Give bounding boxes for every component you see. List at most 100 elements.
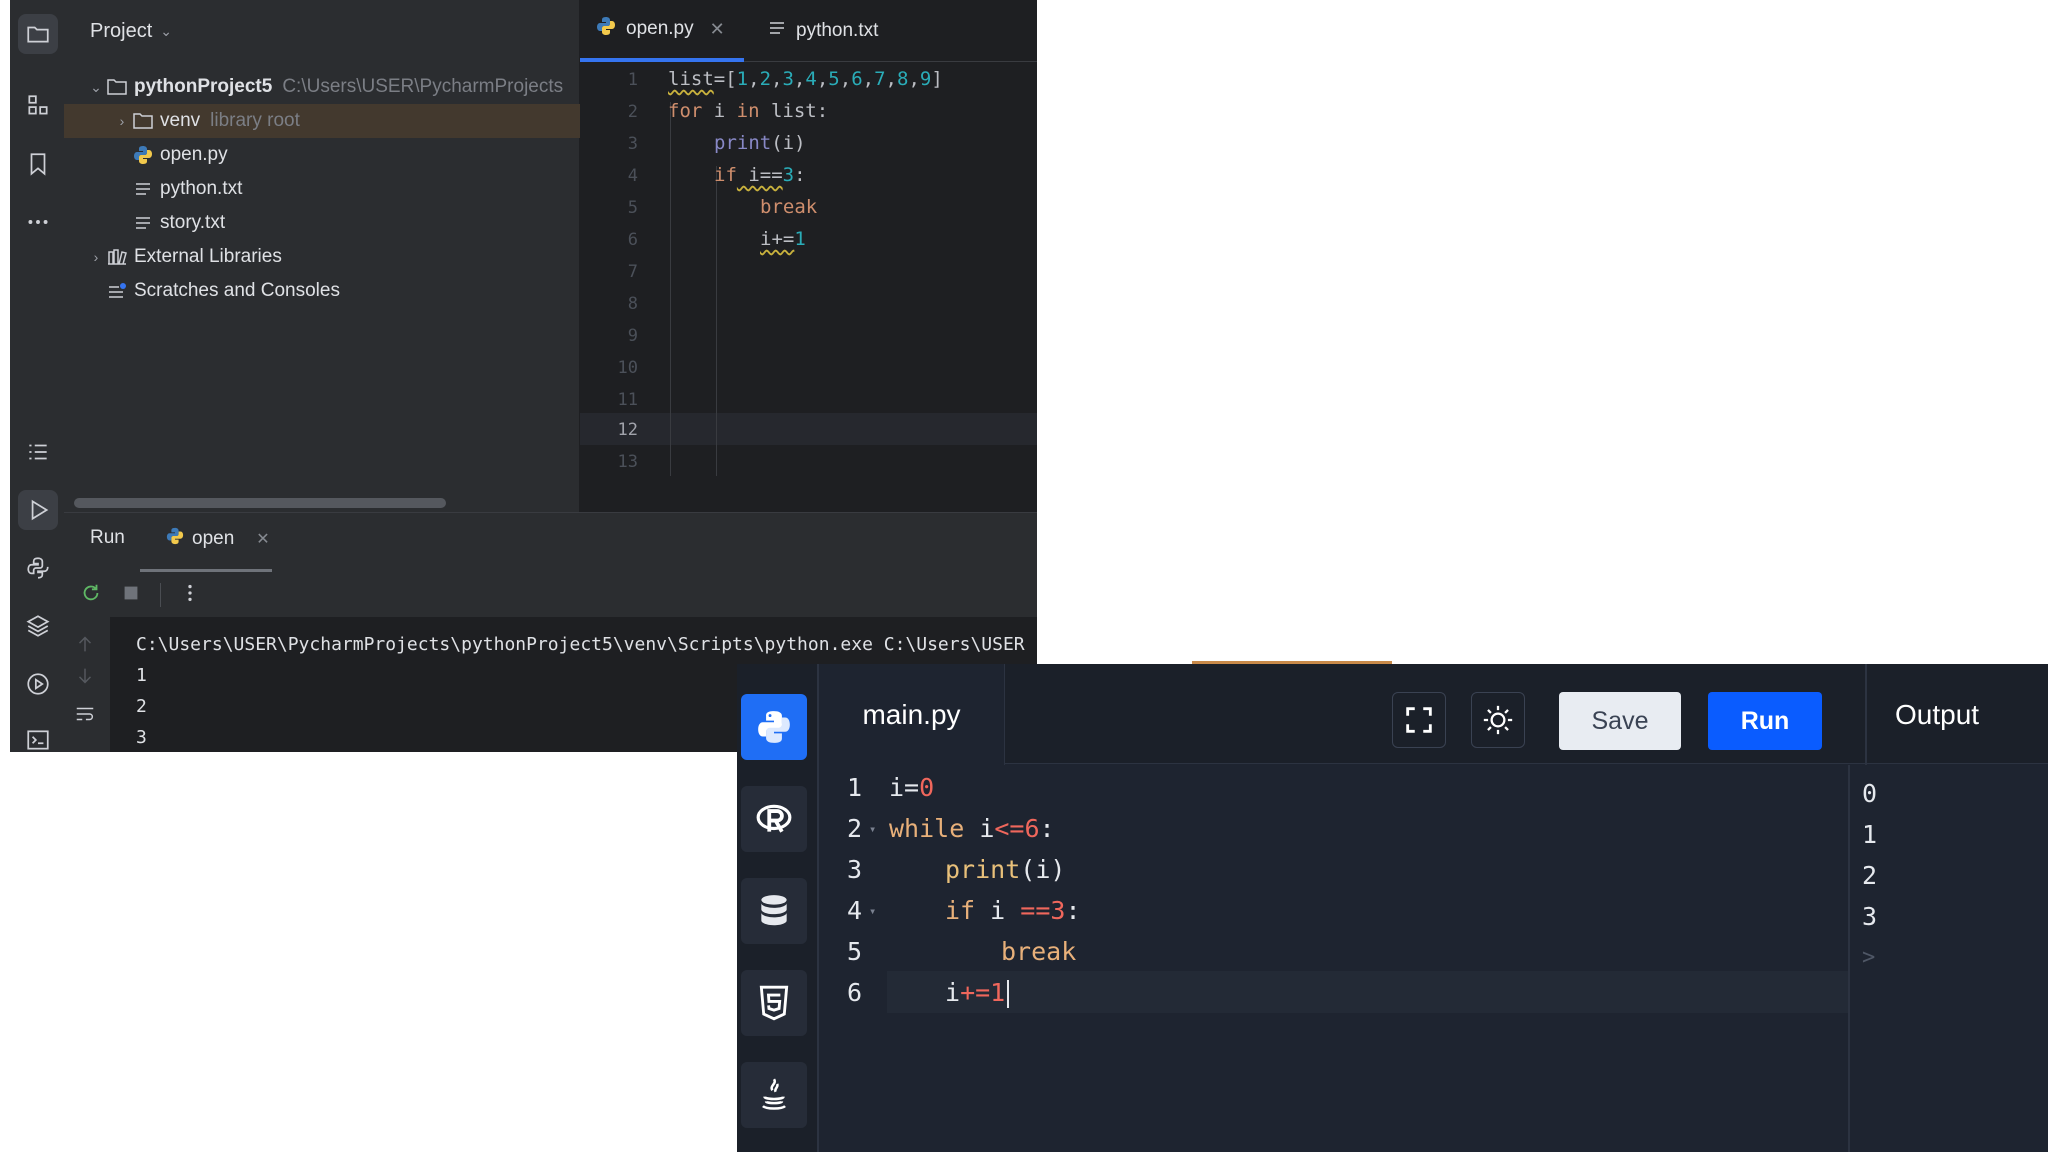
line-number: 3 <box>847 855 863 884</box>
close-icon[interactable]: ✕ <box>256 529 269 549</box>
folder-icon <box>132 110 154 132</box>
tab-run-open[interactable]: open ✕ <box>166 527 270 551</box>
scratches-icon <box>106 280 128 302</box>
rerun-icon[interactable] <box>80 582 102 609</box>
output-line: 3 <box>1862 902 1878 931</box>
python-file-icon <box>596 16 616 42</box>
project-view-selector[interactable]: Project ⌄ <box>90 20 172 43</box>
tree-item-label: open.py <box>160 144 228 165</box>
java-icon[interactable] <box>741 1062 807 1128</box>
tree-item-scratches[interactable]: Scratches and Consoles <box>64 274 580 308</box>
line-number: 6 <box>847 978 863 1007</box>
tree-item-root[interactable]: ⌄ pythonProject5 C:\Users\USER\PycharmPr… <box>64 70 580 104</box>
html5-icon[interactable] <box>741 970 807 1036</box>
code-line: break <box>1001 937 1077 966</box>
line-number: 10 <box>617 358 638 378</box>
code-line: if i ==3: <box>945 896 1081 925</box>
code-line: print(i) <box>945 855 1066 884</box>
output-line: 2 <box>1862 861 1878 890</box>
python-icon[interactable] <box>741 694 807 760</box>
layers-icon[interactable] <box>18 606 58 646</box>
text-file-icon <box>768 20 786 42</box>
output-panel[interactable]: 0 1 2 3 > <box>1848 765 2048 1152</box>
run-icon[interactable] <box>18 490 58 530</box>
folder-icon[interactable] <box>18 14 58 54</box>
line-number: 5 <box>847 937 863 966</box>
save-button[interactable]: Save <box>1559 692 1681 750</box>
line-number: 1 <box>847 773 863 802</box>
line-number: 3 <box>627 134 638 154</box>
structure-icon[interactable] <box>18 86 58 126</box>
chevron-down-icon: ⌄ <box>160 23 172 39</box>
tree-item-story-txt[interactable]: story.txt <box>64 206 580 240</box>
console-side-toolbar <box>64 617 110 752</box>
code-line: i=0 <box>889 773 935 802</box>
run-tab-bar: Run open ✕ <box>64 513 1037 572</box>
arrow-down-icon[interactable] <box>74 665 96 692</box>
run-button[interactable]: Run <box>1708 692 1822 750</box>
services-icon[interactable] <box>18 664 58 704</box>
fullscreen-icon[interactable] <box>1392 692 1446 748</box>
close-icon[interactable]: ✕ <box>710 19 725 40</box>
chevron-right-icon[interactable]: › <box>112 113 132 129</box>
bookmark-icon[interactable] <box>18 144 58 184</box>
tab-label: python.txt <box>796 20 879 41</box>
language-sidebar <box>737 664 819 1152</box>
tree-item-label: Scratches and Consoles <box>134 280 340 301</box>
more-vertical-icon[interactable] <box>179 582 201 609</box>
tree-item-open-py[interactable]: open.py <box>64 138 580 172</box>
tree-item-path: C:\Users\USER\PycharmProjects <box>282 76 564 97</box>
code-line: break <box>760 196 818 218</box>
line-number: 6 <box>627 230 638 250</box>
line-number: 2 <box>847 814 863 843</box>
tree-item-label: External Libraries <box>134 246 282 267</box>
tab-open-py[interactable]: open.py ✕ <box>580 0 744 62</box>
tool-window-bar <box>10 0 64 752</box>
code-line: i+=1 <box>760 228 806 250</box>
line-number: 12 <box>617 420 638 440</box>
tree-item-label: venv <box>160 110 201 131</box>
theme-toggle-icon[interactable] <box>1471 692 1525 748</box>
line-number: 9 <box>627 326 638 346</box>
r-icon[interactable] <box>741 786 807 852</box>
arrow-up-icon[interactable] <box>74 633 96 660</box>
tree-item-external-libraries[interactable]: › External Libraries <box>64 240 580 274</box>
code-line: while i<=6: <box>889 814 1055 843</box>
database-icon[interactable] <box>741 878 807 944</box>
input-prompt[interactable]: > <box>1862 937 2048 978</box>
tab-main-py[interactable]: main.py <box>819 664 1005 765</box>
python-console-icon[interactable] <box>18 548 58 588</box>
code-line: i+=1 <box>945 978 1010 1008</box>
editor-tab-bar: open.py ✕ python.txt <box>580 0 1037 62</box>
stop-icon[interactable] <box>120 582 142 609</box>
line-number: 1 <box>627 70 638 90</box>
line-number: 4 <box>847 896 863 925</box>
tab-python-txt[interactable]: python.txt <box>752 0 894 62</box>
chevron-down-icon[interactable]: ⌄ <box>86 79 106 96</box>
project-panel: Project ⌄ ⌄ pythonProject5 C:\Users\USER… <box>64 0 580 512</box>
horizontal-scrollbar[interactable] <box>74 498 446 508</box>
indent-guide <box>670 102 671 476</box>
tree-item-python-txt[interactable]: python.txt <box>64 172 580 206</box>
line-number: 11 <box>617 390 638 410</box>
list-icon[interactable] <box>18 432 58 472</box>
library-icon <box>106 246 128 268</box>
more-icon[interactable] <box>18 202 58 242</box>
active-tab-indicator <box>140 569 272 572</box>
output-line: 0 <box>1862 779 1878 808</box>
line-number: 8 <box>627 294 638 314</box>
pycharm-window: Project ⌄ ⌄ pythonProject5 C:\Users\USER… <box>10 0 1037 752</box>
terminal-icon[interactable] <box>18 720 58 752</box>
fold-arrow-icon[interactable]: ▾ <box>869 822 876 836</box>
text-file-icon <box>132 178 154 200</box>
soft-wrap-icon[interactable] <box>74 703 96 730</box>
python-file-icon <box>132 144 154 166</box>
python-file-icon <box>166 527 184 551</box>
code-editor[interactable]: 1 2 ▾ 3 4 ▾ 5 6 i=0 while i<=6: print(i)… <box>819 765 1849 1152</box>
chevron-right-icon[interactable]: › <box>86 249 106 265</box>
line-number: 7 <box>627 262 638 282</box>
code-editor[interactable]: list=[1,2,3,4,5,6,7,8,9] for i in list: … <box>668 62 1037 478</box>
tree-item-venv[interactable]: › venv library root <box>64 104 580 138</box>
toolbar-divider <box>160 583 161 607</box>
fold-arrow-icon[interactable]: ▾ <box>869 904 876 918</box>
